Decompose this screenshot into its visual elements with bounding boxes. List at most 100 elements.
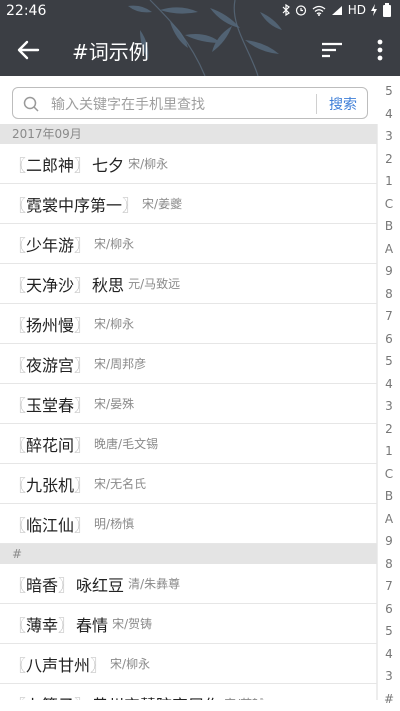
bracket-open: 〖 <box>10 655 27 675</box>
index-letter[interactable]: C <box>385 467 393 481</box>
poem-title: 霓裳中序第一 <box>26 195 123 215</box>
sort-icon[interactable] <box>320 40 344 60</box>
list-item[interactable]: 〖临江仙〗明/杨慎 <box>0 504 377 544</box>
bracket-open: 〖 <box>10 355 27 375</box>
bracket-close: 〗 <box>74 515 91 535</box>
bracket-close: 〗 <box>74 475 91 495</box>
poem-author: 晚唐/毛文锡 <box>94 437 159 451</box>
poem-title: 八声甘州 <box>26 655 91 675</box>
list-item[interactable]: 〖夜游宫〗宋/周邦彦 <box>0 344 377 384</box>
more-vert-icon[interactable] <box>374 36 386 64</box>
index-letter[interactable]: 4 <box>385 647 393 661</box>
poem-title: 临江仙 <box>26 515 75 535</box>
index-letter[interactable]: 9 <box>385 534 393 548</box>
index-letter[interactable]: 2 <box>385 422 393 436</box>
bracket-open: 〖 <box>10 155 27 175</box>
poem-title: 薄幸 <box>26 615 59 635</box>
poem-title: 扬州慢 <box>26 315 75 335</box>
index-letter[interactable]: 7 <box>385 579 393 593</box>
index-letter[interactable]: A <box>385 512 393 526</box>
poem-author: 宋/柳永 <box>94 317 135 331</box>
list-item[interactable]: 〖薄幸〗春情 宋/贺铸 <box>0 604 377 644</box>
bracket-open: 〖 <box>10 235 27 255</box>
index-letter[interactable]: 3 <box>385 399 393 413</box>
list-item[interactable]: 〖卜算子〗黄州定慧院寓居作宋/苏轼 <box>0 684 377 701</box>
poem-author: 元/马致远 <box>128 277 181 291</box>
list-item[interactable]: 〖玉堂春〗宋/晏殊 <box>0 384 377 424</box>
poem-title: 少年游 <box>26 235 75 255</box>
signal-icon <box>331 5 342 15</box>
poem-author: 宋/贺铸 <box>112 617 153 631</box>
poem-title: 暗香 <box>26 575 59 595</box>
page-title: #词示例 <box>72 40 149 64</box>
index-letter[interactable]: B <box>385 219 393 233</box>
alarm-icon <box>295 5 306 16</box>
bracket-close: 〗 <box>74 155 91 175</box>
list-item[interactable]: 〖扬州慢〗宋/柳永 <box>0 304 377 344</box>
poem-subtitle: 春情 <box>76 615 109 635</box>
list-item[interactable]: 〖醉花间〗晚唐/毛文锡 <box>0 424 377 464</box>
index-letter[interactable]: 1 <box>385 444 393 458</box>
poem-title: 天净沙 <box>26 275 75 295</box>
list-item[interactable]: 〖少年游〗宋/柳永 <box>0 224 377 264</box>
bluetooth-icon <box>282 4 290 16</box>
poem-title: 夜游宫 <box>26 355 75 375</box>
bracket-open: 〖 <box>10 395 27 415</box>
bracket-close: 〗 <box>90 655 107 675</box>
bracket-close: 〗 <box>58 575 75 595</box>
poem-subtitle: 咏红豆 <box>76 575 125 595</box>
search-bar: 输入关键字在手机里查找 搜索 <box>12 87 368 119</box>
index-letter[interactable]: 5 <box>385 84 393 98</box>
index-letter[interactable]: 1 <box>385 174 393 188</box>
poem-author: 宋/周邦彦 <box>94 357 147 371</box>
alphabet-index[interactable]: 5 4 3 2 1 C B A 9 8 7 6 5 4 3 2 1 C B A 9 8 7 6 5 4 3 # <box>378 82 400 708</box>
search-input[interactable]: 输入关键字在手机里查找 <box>51 94 205 114</box>
network-label: HD <box>347 3 366 17</box>
list-item[interactable]: 〖八声甘州〗宋/柳永 <box>0 644 377 684</box>
arrow-left-icon[interactable] <box>14 36 44 64</box>
index-letter[interactable]: 4 <box>385 107 393 121</box>
poem-author: 宋/柳永 <box>94 237 135 251</box>
bracket-open: 〖 <box>10 315 27 335</box>
list-item[interactable]: 〖天净沙〗秋思 元/马致远 <box>0 264 377 304</box>
index-letter[interactable]: C <box>385 197 393 211</box>
bracket-close: 〗 <box>74 315 91 335</box>
index-letter[interactable]: # <box>384 692 394 706</box>
charging-icon <box>371 4 377 16</box>
list-item[interactable]: 〖九张机〗宋/无名氏 <box>0 464 377 504</box>
index-letter[interactable]: 7 <box>385 309 393 323</box>
list-item[interactable]: 〖霓裳中序第一〗宋/姜夔 <box>0 184 377 224</box>
list-item[interactable]: 〖暗香〗咏红豆 清/朱彝尊 <box>0 564 377 604</box>
poem-title: 醉花间 <box>26 435 75 455</box>
bracket-open: 〖 <box>10 475 27 495</box>
index-letter[interactable]: 3 <box>385 669 393 683</box>
index-letter[interactable]: 8 <box>385 287 393 301</box>
list-item[interactable]: 〖二郎神〗七夕 宋/柳永 <box>0 144 377 184</box>
poem-list: 2017年09月〖二郎神〗七夕 宋/柳永〖霓裳中序第一〗宋/姜夔〖少年游〗宋/柳永… <box>0 124 377 700</box>
poem-author: 宋/苏轼 <box>224 695 264 700</box>
bracket-close: 〗 <box>74 355 91 375</box>
poem-author: 宋/柳永 <box>128 157 169 171</box>
index-letter[interactable]: 5 <box>385 354 393 368</box>
poem-title: 卜算子 <box>26 692 74 701</box>
index-letter[interactable]: 6 <box>385 332 393 346</box>
bracket-open: 〖 <box>10 575 27 595</box>
status-bar: 22:46 HD <box>0 0 400 22</box>
index-letter[interactable]: 3 <box>385 129 393 143</box>
bracket-close: 〗 <box>122 195 139 215</box>
index-letter[interactable]: 8 <box>385 557 393 571</box>
wifi-icon <box>312 5 326 16</box>
index-letter[interactable]: 5 <box>385 624 393 638</box>
bracket-close: 〗 <box>74 235 91 255</box>
index-letter[interactable]: B <box>385 489 393 503</box>
poem-author: 宋/无名氏 <box>94 477 147 491</box>
index-letter[interactable]: A <box>385 242 393 256</box>
bracket-open: 〖 <box>10 615 27 635</box>
poem-title: 九张机 <box>26 475 75 495</box>
index-letter[interactable]: 9 <box>385 264 393 278</box>
poem-author: 宋/姜夔 <box>142 197 183 211</box>
index-letter[interactable]: 4 <box>385 377 393 391</box>
index-letter[interactable]: 2 <box>385 152 393 166</box>
index-letter[interactable]: 6 <box>385 602 393 616</box>
search-button[interactable]: 搜索 <box>329 94 357 114</box>
